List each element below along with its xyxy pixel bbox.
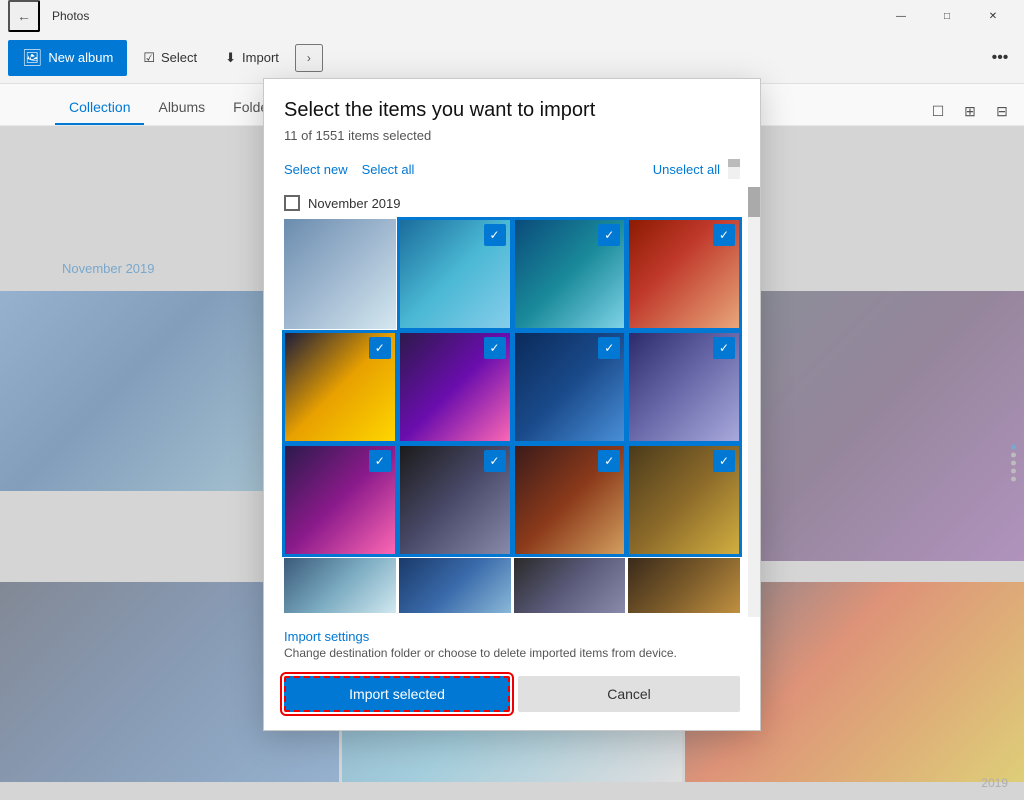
photo-item-15[interactable] (514, 558, 626, 613)
select-button[interactable]: ☑ Select (131, 40, 209, 76)
tab-albums-label: Albums (158, 99, 205, 115)
group-header: November 2019 (264, 187, 760, 219)
import-settings-desc: Change destination folder or choose to d… (284, 646, 740, 660)
photo-check-7: ✓ (598, 337, 620, 359)
tab-collection-label: Collection (69, 99, 130, 115)
photo-item-7[interactable]: ✓ (514, 332, 626, 442)
photo-item-5[interactable]: ✓ (284, 332, 396, 442)
view-compact-button[interactable]: ⊟ (988, 97, 1016, 125)
photo-check-12: ✓ (713, 450, 735, 472)
select-new-link[interactable]: Select new (284, 162, 348, 177)
photo-check-9: ✓ (369, 450, 391, 472)
import-selected-button[interactable]: Import selected (284, 676, 510, 712)
more-options-button[interactable]: ••• (984, 42, 1016, 74)
chevron-button[interactable]: › (295, 44, 323, 72)
photo-item-12[interactable]: ✓ (628, 445, 740, 555)
dialog-title: Select the items you want to import (284, 99, 740, 122)
photo-check-8: ✓ (713, 337, 735, 359)
titlebar-left: ← Photos (8, 0, 89, 32)
titlebar: ← Photos — □ ✕ (0, 0, 1024, 32)
dialog-actions-row: Select new Select all Unselect all (264, 155, 760, 187)
select-label: Select (161, 50, 197, 65)
cancel-button[interactable]: Cancel (518, 676, 740, 712)
dialog-scroll-area: November 2019 ✓ ✓ ✓ ✓ ✓ (264, 187, 760, 617)
photo-check-6: ✓ (484, 337, 506, 359)
import-icon: ⬇ (225, 50, 236, 66)
window-controls: — □ ✕ (878, 0, 1016, 32)
new-album-label: New album (48, 50, 113, 65)
photo-check-5: ✓ (369, 337, 391, 359)
dialog-footer: Import selected Cancel (264, 666, 760, 730)
import-settings-link[interactable]: Import settings (284, 629, 740, 644)
back-button[interactable]: ← (8, 0, 40, 32)
close-button[interactable]: ✕ (970, 0, 1016, 32)
photo-item-3[interactable]: ✓ (514, 219, 626, 329)
scrollbar-thumb[interactable] (748, 187, 760, 217)
import-settings: Import settings Change destination folde… (264, 617, 760, 666)
tab-albums[interactable]: Albums (144, 91, 219, 125)
view-icons: ☐ ⊞ ⊟ (924, 97, 1016, 125)
dialog-count: 11 of 1551 items selected (284, 128, 740, 143)
dialog-header: Select the items you want to import 11 o… (264, 79, 760, 155)
photo-item-11[interactable]: ✓ (514, 445, 626, 555)
maximize-button[interactable]: □ (924, 0, 970, 32)
view-square-button[interactable]: ☐ (924, 97, 952, 125)
photo-item-6[interactable]: ✓ (399, 332, 511, 442)
photo-check-2: ✓ (484, 224, 506, 246)
group-checkbox[interactable] (284, 195, 300, 211)
scrollbar-track[interactable] (748, 187, 760, 617)
photo-check-3: ✓ (598, 224, 620, 246)
import-label: Import (242, 50, 279, 65)
photo-item-16[interactable] (628, 558, 740, 613)
view-grid-button[interactable]: ⊞ (956, 97, 984, 125)
photo-item-1[interactable] (284, 219, 396, 329)
group-label: November 2019 (308, 196, 401, 211)
unselect-all-link[interactable]: Unselect all (653, 162, 720, 177)
photo-item-9[interactable]: ✓ (284, 445, 396, 555)
app-title: Photos (52, 9, 89, 23)
photo-item-4[interactable]: ✓ (628, 219, 740, 329)
photo-check-4: ✓ (713, 224, 735, 246)
chevron-icon: › (307, 51, 311, 65)
select-all-link[interactable]: Select all (362, 162, 415, 177)
import-button[interactable]: ⬇ Import (213, 40, 291, 76)
new-album-icon: 🖼 (22, 48, 42, 68)
import-dialog: Select the items you want to import 11 o… (263, 78, 761, 731)
photo-item-8[interactable]: ✓ (628, 332, 740, 442)
photo-check-11: ✓ (598, 450, 620, 472)
toolbar: 🖼 New album ☑ Select ⬇ Import › ••• (0, 32, 1024, 84)
minimize-button[interactable]: — (878, 0, 924, 32)
select-icon: ☑ (143, 50, 155, 66)
photo-grid: ✓ ✓ ✓ ✓ ✓ ✓ ✓ ✓ (264, 219, 760, 617)
photo-item-14[interactable] (399, 558, 511, 613)
photo-item-10[interactable]: ✓ (399, 445, 511, 555)
photo-item-13[interactable] (284, 558, 396, 613)
dots-icon: ••• (992, 49, 1009, 67)
photo-check-10: ✓ (484, 450, 506, 472)
tab-collection[interactable]: Collection (55, 91, 144, 125)
photo-item-2[interactable]: ✓ (399, 219, 511, 329)
new-album-button[interactable]: 🖼 New album (8, 40, 127, 76)
